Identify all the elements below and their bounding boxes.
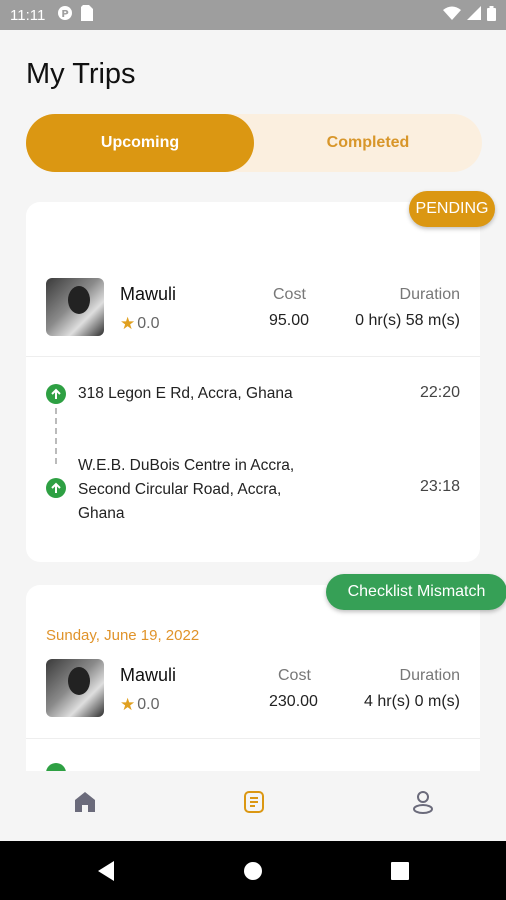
status-time: 11:11 (10, 6, 46, 24)
sim-card-icon (81, 5, 94, 25)
battery-icon (487, 5, 496, 25)
driver-name: Mawuli (120, 665, 177, 685)
duration-label: Duration (399, 286, 460, 303)
rating-value: 0.0 (137, 696, 160, 713)
svg-text:P: P (62, 9, 69, 20)
dropoff-time: 23:18 (419, 478, 460, 495)
status-badge: Checklist Mismatch (326, 574, 506, 610)
star-icon: ★ (120, 314, 136, 333)
driver-rating: ★ 0.0 (120, 695, 160, 715)
route-connector (55, 408, 57, 464)
cell-signal-icon (467, 6, 481, 24)
cost-label: Cost (273, 286, 306, 303)
pickup-arrow-icon (46, 763, 66, 771)
card-divider (26, 738, 480, 739)
duration-label: Duration (399, 667, 460, 684)
dropoff-address: W.E.B. DuBois Centre in Accra, Second Ci… (78, 454, 294, 526)
home-circle-icon[interactable] (243, 860, 263, 887)
tab-completed[interactable]: Completed (254, 114, 482, 172)
trip-tabs: Upcoming Completed (26, 114, 482, 172)
duration-value: 4 hr(s) 0 m(s) (364, 693, 460, 710)
back-icon[interactable] (96, 860, 116, 887)
notification-icon: P (57, 5, 73, 25)
dropoff-address-line: W.E.B. DuBois Centre in Accra, (78, 457, 295, 474)
trip-date: Sunday, June 19, 2022 (46, 627, 200, 644)
trip-card[interactable]: Mawuli ★ 0.0 Cost 95.00 Duration 0 hr(s)… (26, 202, 480, 562)
trips-list-icon (241, 789, 267, 820)
pickup-address: 318 Legon E Rd, Accra, Ghana (78, 385, 293, 402)
driver-avatar (46, 659, 104, 717)
profile-icon (410, 789, 436, 820)
status-bar: 11:11 P (0, 0, 506, 30)
bottom-navigation (0, 771, 506, 841)
star-icon: ★ (120, 695, 136, 714)
dropoff-address-line: Ghana (78, 505, 125, 522)
cost-value: 230.00 (269, 693, 318, 710)
trips-list[interactable]: Mawuli ★ 0.0 Cost 95.00 Duration 0 hr(s)… (0, 186, 506, 771)
driver-name: Mawuli (120, 284, 177, 304)
dropoff-address-line: Second Circular Road, Accra, (78, 481, 282, 498)
page-title: My Trips (26, 58, 136, 90)
dropoff-arrow-icon (46, 478, 66, 498)
nav-trips[interactable] (239, 789, 269, 819)
cost-value: 95.00 (269, 312, 310, 329)
pickup-arrow-icon (46, 384, 66, 404)
wifi-icon (443, 6, 461, 24)
driver-avatar (46, 278, 104, 336)
duration-value: 0 hr(s) 58 m(s) (355, 312, 460, 329)
nav-profile[interactable] (408, 789, 438, 819)
home-icon (72, 789, 98, 820)
card-divider (26, 356, 480, 357)
pickup-time: 22:20 (419, 384, 460, 401)
driver-rating: ★ 0.0 (120, 314, 160, 334)
nav-home[interactable] (70, 789, 100, 819)
status-badge: PENDING (409, 191, 495, 227)
cost-label: Cost (278, 667, 311, 684)
system-navigation-bar (0, 841, 506, 900)
tab-upcoming[interactable]: Upcoming (26, 114, 254, 172)
trip-card[interactable]: Sunday, June 19, 2022 Mawuli ★ 0.0 Cost … (26, 585, 480, 771)
rating-value: 0.0 (137, 315, 160, 332)
recents-icon[interactable] (390, 860, 410, 887)
